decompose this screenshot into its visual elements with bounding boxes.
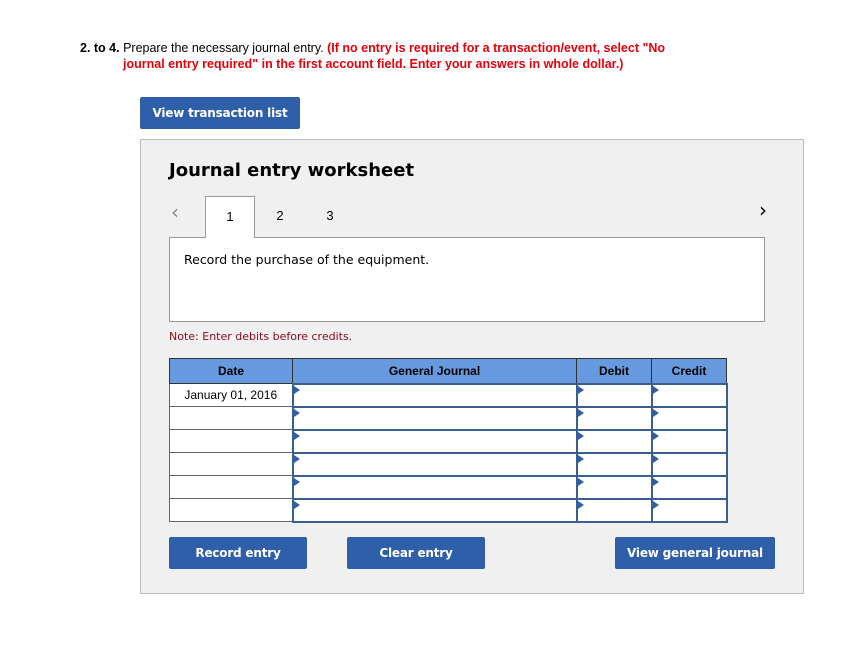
account-input[interactable] — [291, 451, 578, 477]
credit-input[interactable] — [650, 497, 728, 523]
worksheet-title: Journal entry worksheet — [169, 160, 415, 181]
account-input[interactable] — [291, 497, 578, 523]
date-cell[interactable] — [169, 429, 293, 453]
table-row — [169, 428, 728, 454]
table-header-row: Date General Journal Debit Credit — [169, 358, 727, 384]
debit-input[interactable] — [575, 497, 653, 523]
problem-number: 2. to 4. — [80, 41, 120, 55]
debit-input[interactable] — [575, 405, 653, 431]
header-general-journal: General Journal — [292, 358, 577, 384]
debit-credit-note: Note: Enter debits before credits. — [169, 330, 353, 343]
credit-input[interactable] — [650, 451, 728, 477]
account-input[interactable] — [291, 405, 578, 431]
view-transaction-list-button[interactable]: View transaction list — [140, 97, 300, 129]
instructions: 2. to 4. Prepare the necessary journal e… — [80, 40, 720, 72]
account-input[interactable] — [291, 474, 578, 500]
debit-input[interactable] — [575, 451, 653, 477]
journal-table: Date General Journal Debit Credit Januar… — [169, 358, 728, 523]
tab-1[interactable]: 1 — [205, 196, 255, 238]
transaction-description-box: Record the purchase of the equipment. — [169, 237, 765, 322]
date-cell[interactable] — [169, 406, 293, 430]
date-cell: January 01, 2016 — [169, 383, 293, 407]
journal-entry-worksheet-panel: Journal entry worksheet ‹ › 1 2 3 Record… — [140, 139, 804, 594]
debit-input[interactable] — [575, 428, 653, 454]
instruction-note-line2: journal entry required" in the first acc… — [123, 57, 624, 71]
chevron-right-icon[interactable]: › — [759, 200, 775, 220]
transaction-description: Record the purchase of the equipment. — [184, 252, 430, 267]
header-date: Date — [169, 358, 293, 384]
record-entry-button[interactable]: Record entry — [169, 537, 307, 569]
date-cell[interactable] — [169, 498, 293, 522]
instruction-note-line1: (If no entry is required for a transacti… — [327, 41, 666, 55]
instruction-text: Prepare the necessary journal entry. — [119, 41, 328, 55]
header-credit: Credit — [651, 358, 727, 384]
tab-3[interactable]: 3 — [305, 196, 355, 237]
chevron-left-icon[interactable]: ‹ — [171, 202, 187, 222]
table-row — [169, 497, 728, 523]
credit-input[interactable] — [650, 382, 728, 408]
date-cell[interactable] — [169, 475, 293, 499]
account-input[interactable] — [291, 428, 578, 454]
credit-input[interactable] — [650, 428, 728, 454]
table-row — [169, 405, 728, 431]
credit-input[interactable] — [650, 474, 728, 500]
clear-entry-button[interactable]: Clear entry — [347, 537, 485, 569]
table-row — [169, 474, 728, 500]
debit-input[interactable] — [575, 474, 653, 500]
worksheet-tabs: 1 2 3 — [205, 196, 355, 238]
debit-input[interactable] — [575, 382, 653, 408]
header-debit: Debit — [576, 358, 652, 384]
table-row — [169, 451, 728, 477]
table-row: January 01, 2016 — [169, 382, 728, 408]
date-cell[interactable] — [169, 452, 293, 476]
account-input[interactable] — [291, 382, 578, 408]
credit-input[interactable] — [650, 405, 728, 431]
tab-2[interactable]: 2 — [255, 196, 305, 237]
view-general-journal-button[interactable]: View general journal — [615, 537, 775, 569]
